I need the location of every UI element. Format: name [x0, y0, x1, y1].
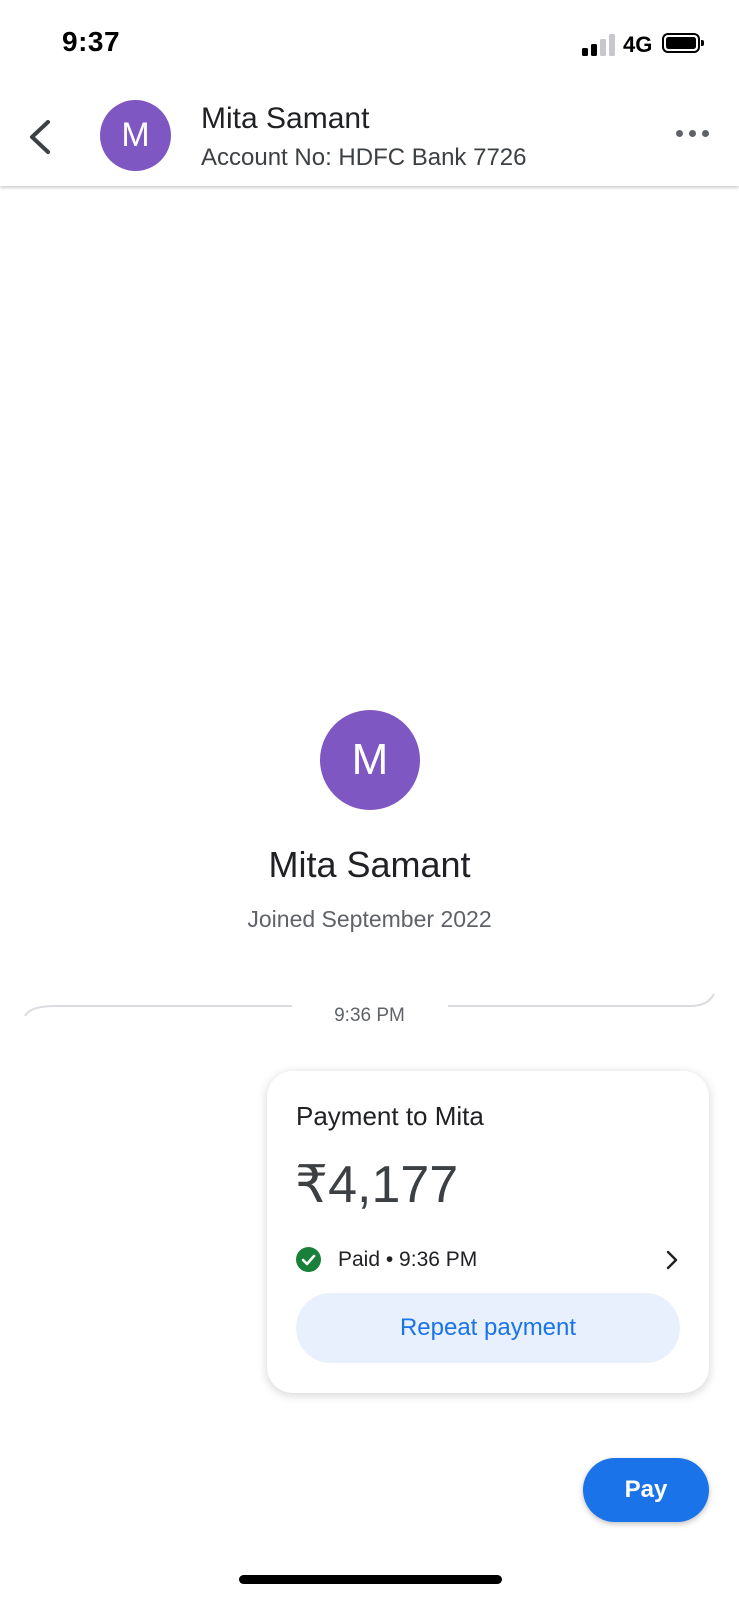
header-account-number: Account No: HDFC Bank 7726 [201, 144, 527, 171]
header-avatar[interactable]: M [100, 100, 171, 171]
status-time: 9:37 [62, 26, 121, 57]
home-indicator[interactable] [239, 1575, 502, 1584]
payment-status: Paid • 9:36 PM [338, 1248, 478, 1271]
divider-time: 9:36 PM [334, 1005, 405, 1026]
header-contact-name[interactable]: Mita Samant [201, 102, 369, 136]
payment-card[interactable]: Payment to Mita ₹4,177 Paid • 9:36 PM Re… [267, 1071, 709, 1393]
chat-header: M Mita Samant Account No: HDFC Bank 7726 [0, 90, 739, 186]
network-type: 4G [623, 32, 653, 57]
back-arrow-icon [30, 120, 50, 154]
check-circle-icon [296, 1247, 321, 1272]
pay-button[interactable]: Pay [583, 1458, 709, 1522]
profile-avatar: M [320, 710, 420, 810]
more-options-icon[interactable] [676, 124, 716, 144]
payment-title: Payment to Mita [296, 1101, 484, 1131]
payment-amount: ₹4,177 [295, 1156, 459, 1214]
repeat-payment-button[interactable]: Repeat payment [296, 1293, 680, 1363]
joined-date: Joined September 2022 [247, 906, 492, 932]
battery-icon [662, 33, 704, 53]
status-bar: 9:37 4G [0, 0, 739, 90]
profile-name: Mita Samant [268, 844, 471, 885]
back-button[interactable] [22, 112, 62, 162]
chevron-right-icon [666, 1250, 678, 1270]
signal-icon [582, 34, 616, 56]
payment-status-row[interactable]: Paid • 9:36 PM [296, 1245, 682, 1275]
